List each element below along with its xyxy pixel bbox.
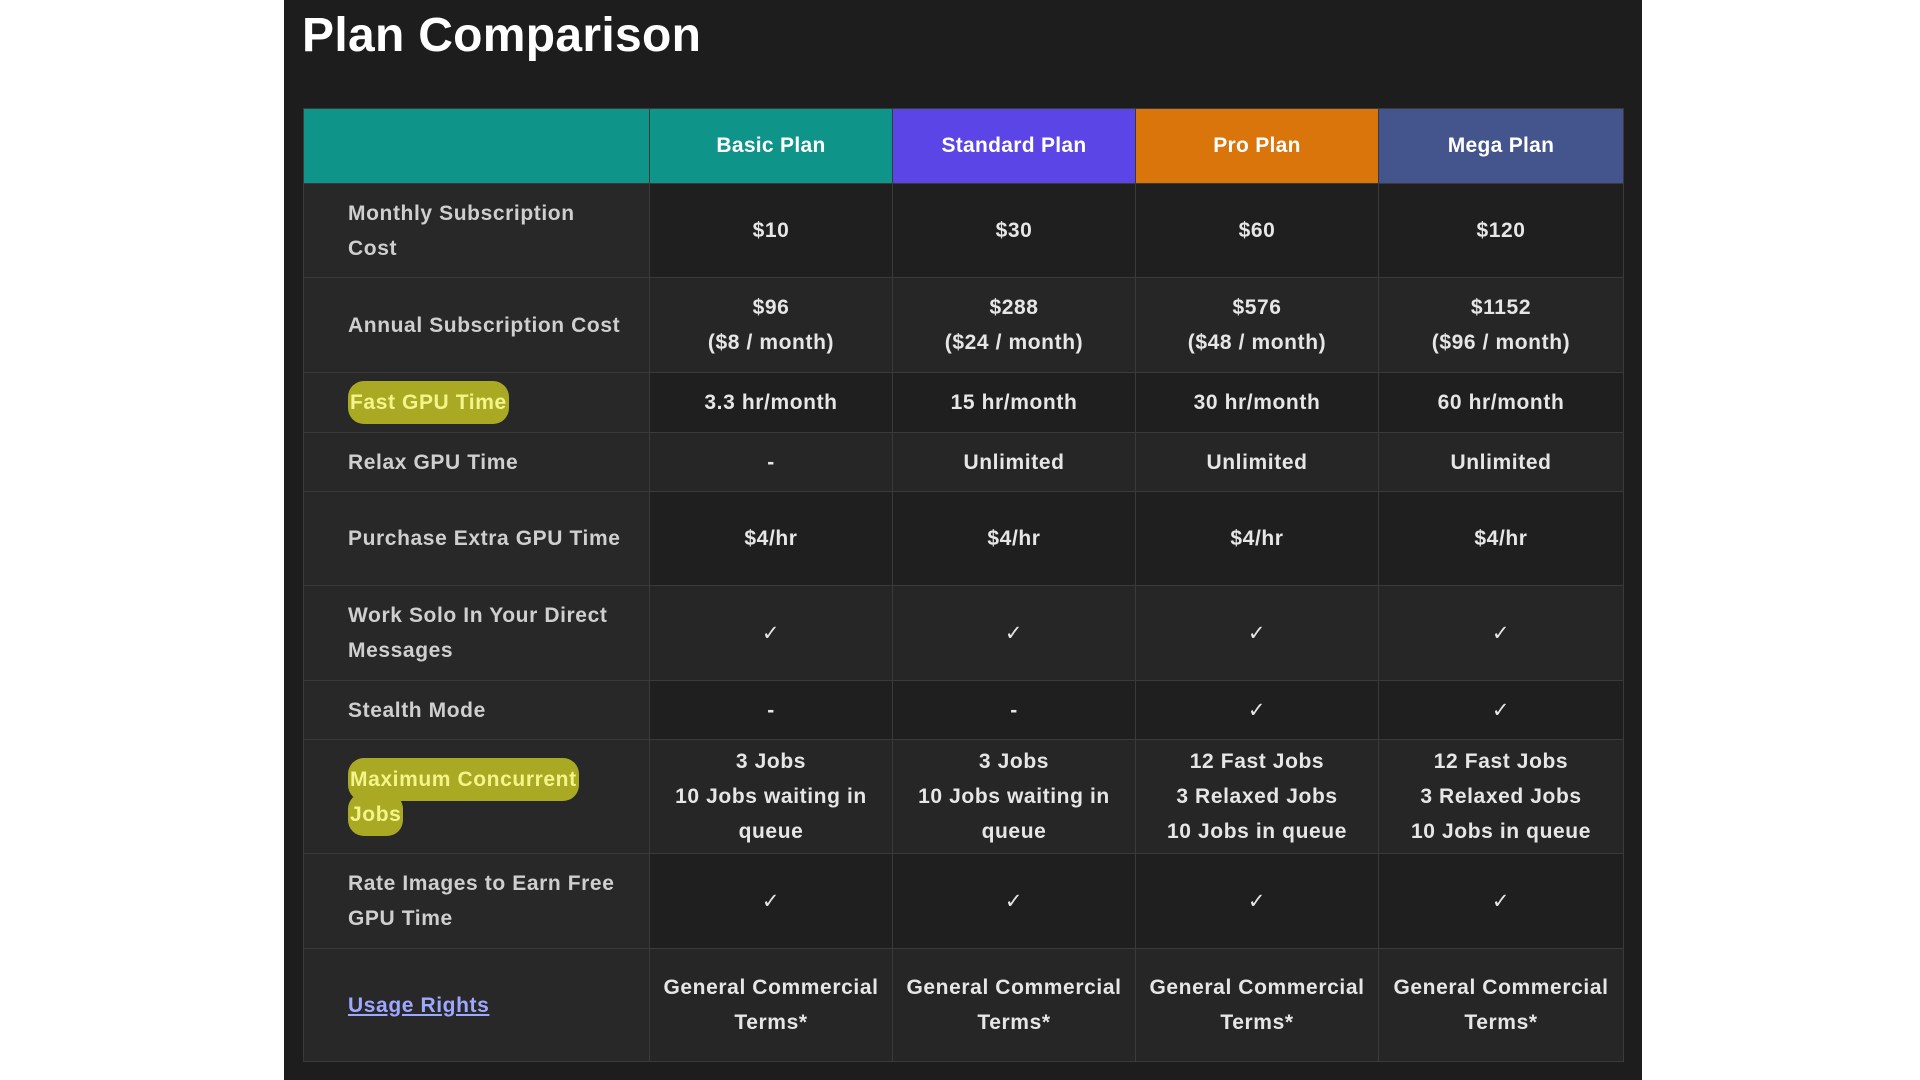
basic-usage-rights: General Commercial Terms* — [649, 948, 893, 1062]
header-feature-column — [303, 108, 650, 184]
table-header-row: Basic Plan Standard Plan Pro Plan Mega P… — [303, 108, 1624, 184]
feature-label: Work Solo In Your Direct Messages — [348, 604, 608, 662]
pro-fast-gpu-time: 30 hr/month — [1135, 372, 1379, 433]
plan-comparison-table: Basic Plan Standard Plan Pro Plan Mega P… — [303, 108, 1624, 1062]
standard-stealth-mode: - — [892, 680, 1136, 740]
mega-relax-gpu-time: Unlimited — [1378, 432, 1624, 492]
row-rate-images: Rate Images to Earn Free GPU Time ✓ ✓ ✓ … — [303, 853, 1624, 949]
feature-label: Relax GPU Time — [348, 450, 519, 474]
standard-extra-gpu-time: $4/hr — [892, 491, 1136, 586]
pro-monthly-cost: $60 — [1135, 183, 1379, 278]
standard-usage-rights: General Commercial Terms* — [892, 948, 1136, 1062]
row-label: Relax GPU Time — [303, 432, 650, 492]
row-label: Maximum Concurrent Jobs — [303, 739, 650, 854]
basic-annual-cost: $96 ($8 / month) — [649, 277, 893, 373]
pro-annual-cost: $576 ($48 / month) — [1135, 277, 1379, 373]
row-work-solo: Work Solo In Your Direct Messages ✓ ✓ ✓ … — [303, 585, 1624, 681]
row-label: Work Solo In Your Direct Messages — [303, 585, 650, 681]
row-label: Stealth Mode — [303, 680, 650, 740]
row-usage-rights: Usage Rights General Commercial Terms* G… — [303, 948, 1624, 1062]
mega-usage-rights: General Commercial Terms* — [1378, 948, 1624, 1062]
feature-label: Monthly Subscription Cost — [348, 201, 575, 260]
basic-rate-images-check-icon: ✓ — [649, 853, 893, 949]
basic-relax-gpu-time: - — [649, 432, 893, 492]
header-pro-plan: Pro Plan — [1135, 108, 1379, 184]
row-relax-gpu-time: Relax GPU Time - Unlimited Unlimited Unl… — [303, 432, 1624, 492]
row-label: Monthly Subscription Cost — [303, 183, 650, 278]
feature-label: Annual Subscription Cost — [348, 313, 621, 337]
pro-extra-gpu-time: $4/hr — [1135, 491, 1379, 586]
standard-fast-gpu-time: 15 hr/month — [892, 372, 1136, 433]
basic-extra-gpu-time: $4/hr — [649, 491, 893, 586]
feature-label: Rate Images to Earn Free GPU Time — [348, 872, 615, 930]
standard-max-concurrent-jobs: 3 Jobs 10 Jobs waiting in queue — [892, 739, 1136, 854]
pro-work-solo-check-icon: ✓ — [1135, 585, 1379, 681]
pro-relax-gpu-time: Unlimited — [1135, 432, 1379, 492]
pro-usage-rights: General Commercial Terms* — [1135, 948, 1379, 1062]
feature-label: Stealth Mode — [348, 698, 486, 722]
standard-annual-cost: $288 ($24 / month) — [892, 277, 1136, 373]
mega-rate-images-check-icon: ✓ — [1378, 853, 1624, 949]
mega-fast-gpu-time: 60 hr/month — [1378, 372, 1624, 433]
mega-extra-gpu-time: $4/hr — [1378, 491, 1624, 586]
row-label: Purchase Extra GPU Time — [303, 491, 650, 586]
row-annual-cost: Annual Subscription Cost $96 ($8 / month… — [303, 277, 1624, 373]
mega-max-concurrent-jobs: 12 Fast Jobs 3 Relaxed Jobs 10 Jobs in q… — [1378, 739, 1624, 854]
row-label: Annual Subscription Cost — [303, 277, 650, 373]
row-max-concurrent-jobs: Maximum Concurrent Jobs 3 Jobs 10 Jobs w… — [303, 739, 1624, 854]
pro-stealth-mode-check-icon: ✓ — [1135, 680, 1379, 740]
row-monthly-cost: Monthly Subscription Cost $10 $30 $60 $1… — [303, 183, 1624, 278]
feature-label: Purchase Extra GPU Time — [348, 527, 621, 550]
basic-fast-gpu-time: 3.3 hr/month — [649, 372, 893, 433]
mega-monthly-cost: $120 — [1378, 183, 1624, 278]
standard-monthly-cost: $30 — [892, 183, 1136, 278]
row-label: Rate Images to Earn Free GPU Time — [303, 853, 650, 949]
mega-work-solo-check-icon: ✓ — [1378, 585, 1624, 681]
basic-monthly-cost: $10 — [649, 183, 893, 278]
header-mega-plan: Mega Plan — [1378, 108, 1624, 184]
standard-relax-gpu-time: Unlimited — [892, 432, 1136, 492]
pro-rate-images-check-icon: ✓ — [1135, 853, 1379, 949]
row-extra-gpu-time: Purchase Extra GPU Time $4/hr $4/hr $4/h… — [303, 491, 1624, 586]
plan-comparison-panel: Plan Comparison Basic Plan Standard Plan… — [284, 0, 1642, 1080]
row-fast-gpu-time: Fast GPU Time 3.3 hr/month 15 hr/month 3… — [303, 372, 1624, 433]
basic-work-solo-check-icon: ✓ — [649, 585, 893, 681]
row-stealth-mode: Stealth Mode - - ✓ ✓ — [303, 680, 1624, 740]
basic-stealth-mode: - — [649, 680, 893, 740]
row-label: Fast GPU Time — [303, 372, 650, 433]
highlighted-feature-label: Maximum Concurrent Jobs — [348, 757, 579, 836]
mega-stealth-mode-check-icon: ✓ — [1378, 680, 1624, 740]
header-standard-plan: Standard Plan — [892, 108, 1136, 184]
mega-annual-cost: $1152 ($96 / month) — [1378, 277, 1624, 373]
basic-max-concurrent-jobs: 3 Jobs 10 Jobs waiting in queue — [649, 739, 893, 854]
highlighted-feature-label: Fast GPU Time — [348, 381, 509, 424]
usage-rights-link[interactable]: Usage Rights — [348, 994, 489, 1017]
row-label: Usage Rights — [303, 948, 650, 1062]
header-basic-plan: Basic Plan — [649, 108, 893, 184]
standard-rate-images-check-icon: ✓ — [892, 853, 1136, 949]
pro-max-concurrent-jobs: 12 Fast Jobs 3 Relaxed Jobs 10 Jobs in q… — [1135, 739, 1379, 854]
standard-work-solo-check-icon: ✓ — [892, 585, 1136, 681]
page-title: Plan Comparison — [302, 9, 702, 62]
